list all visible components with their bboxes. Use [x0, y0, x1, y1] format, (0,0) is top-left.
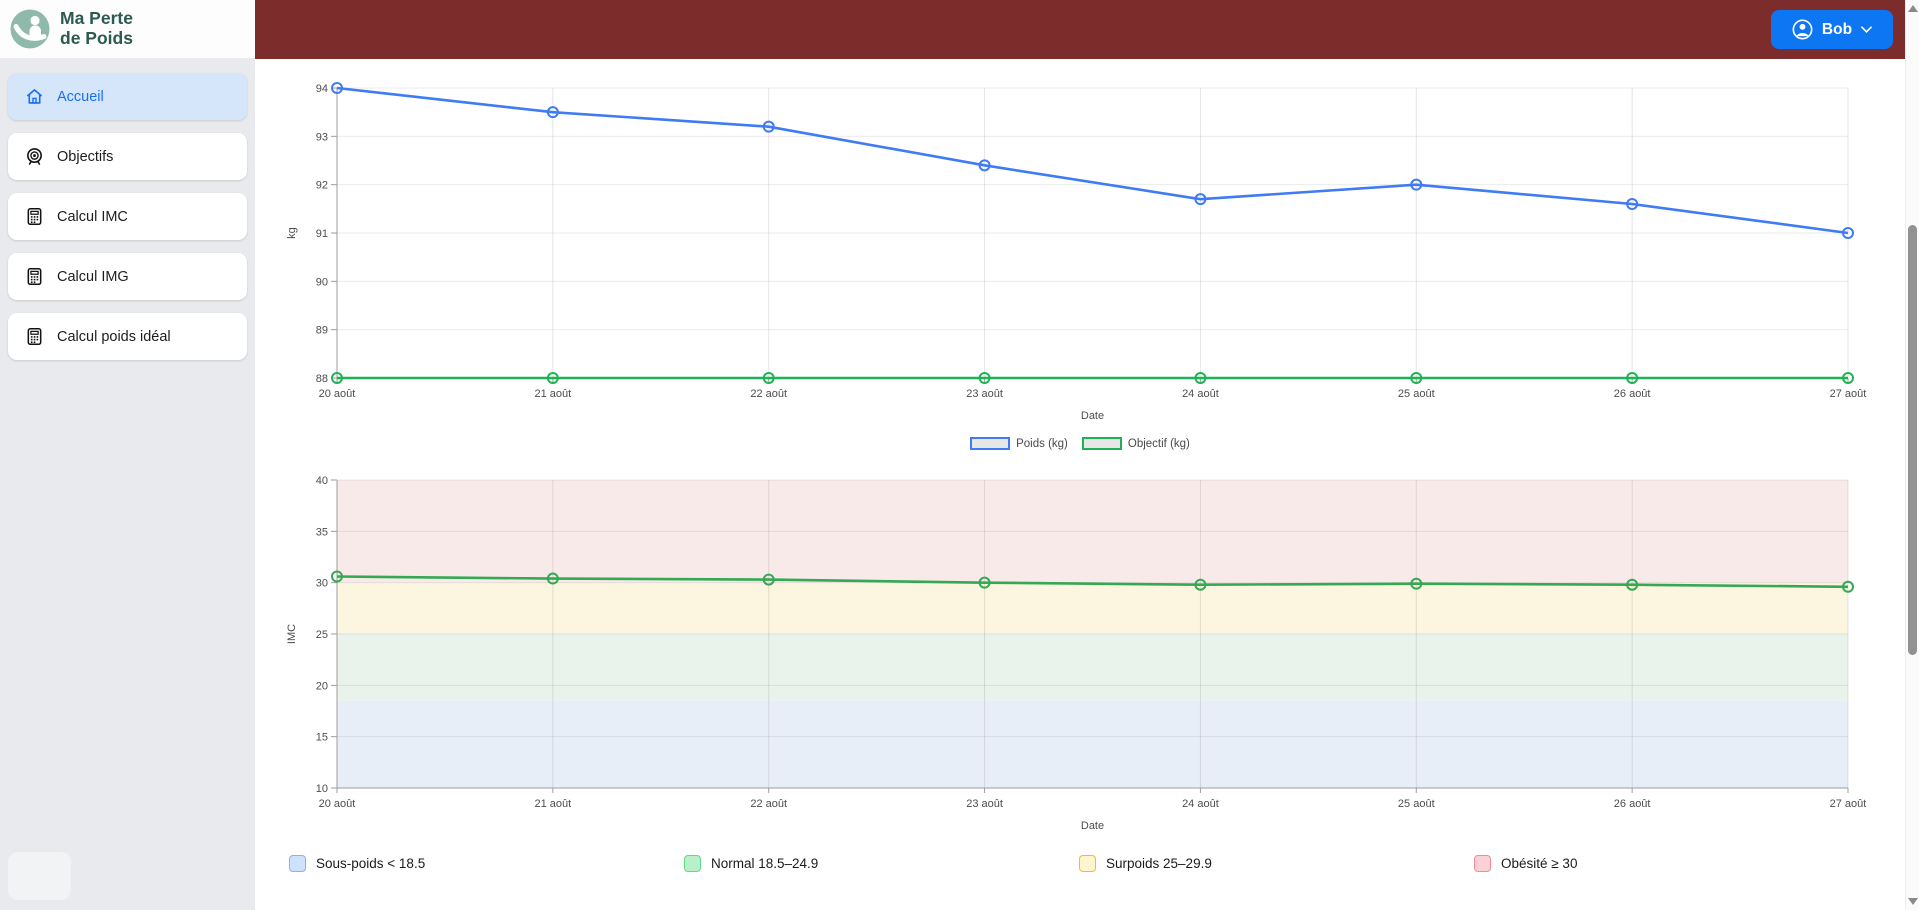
svg-text:26 août: 26 août [1614, 388, 1651, 400]
svg-text:25 août: 25 août [1398, 388, 1435, 400]
objectif-swatch [1081, 437, 1122, 450]
target-icon [27, 148, 42, 165]
app-title: Ma Perte de Poids [60, 8, 133, 48]
legend-item-objectif[interactable]: Objectif (kg) [1081, 437, 1190, 450]
svg-text:27 août: 27 août [1830, 388, 1867, 400]
sidebar-item-accueil[interactable]: Accueil [8, 73, 247, 120]
svg-text:26 août: 26 août [1614, 798, 1651, 810]
svg-text:27 août: 27 août [1830, 798, 1867, 810]
logo-icon [10, 9, 50, 49]
svg-text:20: 20 [316, 680, 328, 692]
user-menu-button[interactable]: Bob [1771, 10, 1893, 49]
svg-text:21 août: 21 août [535, 388, 572, 400]
svg-text:88: 88 [316, 373, 328, 385]
surpoids-swatch [1079, 855, 1096, 872]
legend-item-normal: Normal 18.5–24.9 [684, 855, 1079, 872]
sidebar-item-calcul-poids-ideal[interactable]: Calcul poids idéal [8, 313, 247, 360]
svg-text:35: 35 [316, 526, 328, 538]
svg-text:20 août: 20 août [319, 798, 356, 810]
svg-text:90: 90 [316, 276, 328, 288]
sidebar-ghost-card [8, 852, 71, 900]
sous-poids-swatch [289, 855, 306, 872]
calculator-icon [27, 207, 42, 226]
scroll-down-arrow[interactable] [1908, 898, 1918, 905]
svg-text:24 août: 24 août [1182, 798, 1219, 810]
sidebar-item-objectifs[interactable]: Objectifs [8, 133, 247, 180]
svg-text:23 août: 23 août [966, 798, 1003, 810]
svg-text:Date: Date [1081, 820, 1104, 832]
imc-zones-legend: Sous-poids < 18.5 Normal 18.5–24.9 Surpo… [289, 855, 1869, 872]
legend-item-sous-poids: Sous-poids < 18.5 [289, 855, 684, 872]
svg-text:89: 89 [316, 325, 328, 337]
legend-item-obesite: Obésité ≥ 30 [1474, 855, 1869, 872]
legend-item-surpoids: Surpoids 25–29.9 [1079, 855, 1474, 872]
svg-text:25 août: 25 août [1398, 798, 1435, 810]
svg-text:40: 40 [316, 475, 328, 487]
scrollbar [1905, 0, 1919, 910]
svg-text:22 août: 22 août [750, 388, 787, 400]
sidebar-item-label: Objectifs [57, 148, 114, 165]
svg-text:91: 91 [316, 228, 328, 240]
top-bar: Bob [255, 0, 1905, 59]
person-circle-icon [1792, 19, 1813, 40]
sidebar-item-calcul-imc[interactable]: Calcul IMC [8, 193, 247, 240]
svg-text:10: 10 [316, 783, 328, 795]
app-logo[interactable]: Ma Perte de Poids [0, 0, 255, 59]
user-name: Bob [1821, 20, 1853, 38]
svg-text:30: 30 [316, 578, 328, 590]
svg-text:24 août: 24 août [1182, 388, 1219, 400]
sidebar-item-label: Calcul IMC [57, 208, 128, 225]
svg-text:94: 94 [316, 83, 328, 95]
calculator-icon [27, 327, 42, 346]
imc-chart: 40 35 30 25 20 15 10 20 août 21 août 22 août 23 ao… [286, 475, 1867, 832]
svg-text:Date: Date [1081, 410, 1104, 422]
home-icon [26, 89, 43, 104]
svg-text:23 août: 23 août [966, 388, 1003, 400]
svg-text:25: 25 [316, 629, 328, 641]
svg-text:kg: kg [286, 227, 298, 239]
weight-chart-legend: Poids (kg) Objectif (kg) [255, 437, 1905, 450]
svg-text:20 août: 20 août [319, 388, 356, 400]
sidebar: Accueil Objectifs Calcul IMC Calcul IMG … [0, 59, 255, 910]
legend-item-poids[interactable]: Poids (kg) [970, 437, 1068, 450]
main-content: 94 93 92 91 90 89 88 20 août 21 août 22 août 23 ao… [255, 59, 1905, 910]
normal-swatch [684, 855, 701, 872]
svg-text:22 août: 22 août [750, 798, 787, 810]
scrollbar-thumb[interactable] [1908, 225, 1917, 655]
sidebar-item-label: Calcul poids idéal [57, 328, 171, 345]
obesite-swatch [1474, 855, 1491, 872]
poids-swatch [970, 437, 1011, 450]
svg-text:93: 93 [316, 131, 328, 143]
sidebar-item-calcul-img[interactable]: Calcul IMG [8, 253, 247, 300]
svg-text:15: 15 [316, 732, 328, 744]
sidebar-item-label: Calcul IMG [57, 268, 129, 285]
calculator-icon [27, 267, 42, 286]
weight-chart: 94 93 92 91 90 89 88 20 août 21 août 22 août 23 ao… [286, 82, 1867, 422]
svg-text:21 août: 21 août [535, 798, 572, 810]
chevron-down-icon [1861, 26, 1872, 33]
scroll-up-arrow[interactable] [1908, 5, 1918, 12]
svg-text:IMC: IMC [286, 624, 298, 644]
sidebar-item-label: Accueil [57, 88, 104, 105]
svg-text:92: 92 [316, 180, 328, 192]
